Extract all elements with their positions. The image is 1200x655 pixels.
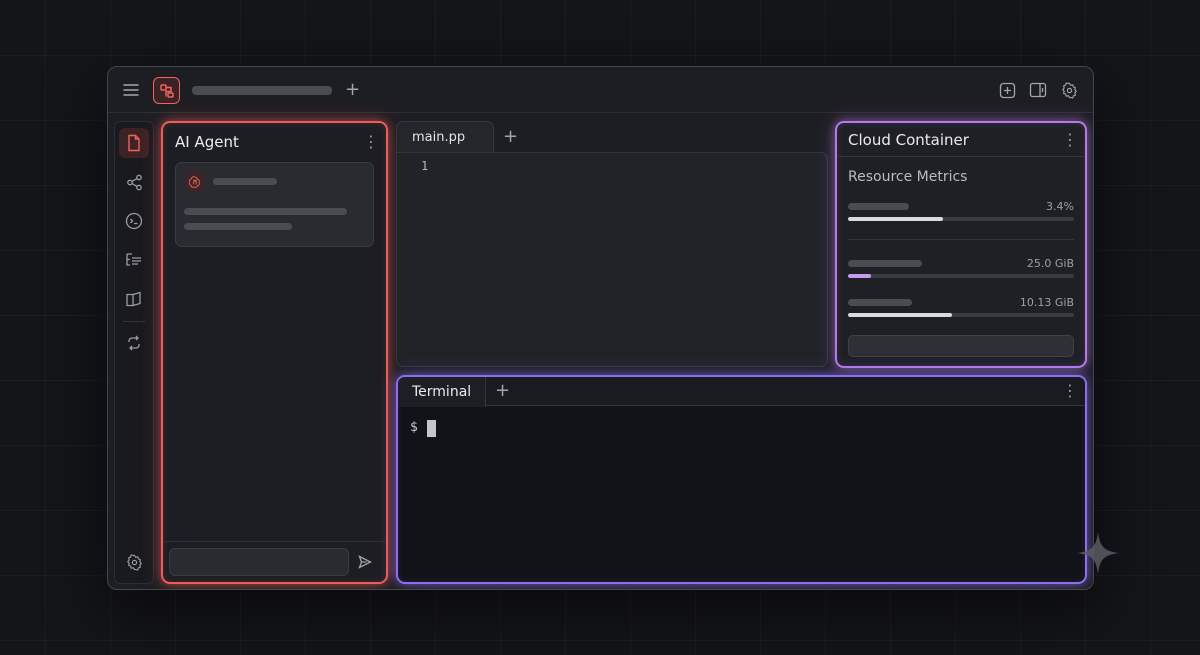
message-line-placeholder bbox=[184, 208, 347, 215]
add-square-icon[interactable] bbox=[997, 80, 1017, 100]
panel-title: Cloud Container bbox=[848, 131, 969, 149]
metric-bar bbox=[848, 274, 1074, 278]
book-icon[interactable] bbox=[119, 284, 149, 314]
agent-message-input[interactable] bbox=[169, 548, 349, 576]
new-terminal-plus-icon[interactable]: + bbox=[495, 382, 510, 400]
metric-label-placeholder bbox=[848, 260, 922, 267]
kebab-menu-icon[interactable]: ⋮ bbox=[1062, 383, 1078, 399]
tab-label: Terminal bbox=[412, 384, 472, 400]
terminal-header: Terminal + ⋮ bbox=[398, 377, 1085, 407]
cloud-container-panel: Cloud Container ⋮ Resource Metrics 3.4% … bbox=[835, 121, 1087, 368]
hamburger-icon[interactable] bbox=[122, 81, 140, 99]
metric-value: 3.4% bbox=[1046, 200, 1074, 213]
line-number: 1 bbox=[421, 159, 429, 173]
agent-input-bar bbox=[163, 541, 386, 582]
metric-value: 10.13 GiB bbox=[1019, 296, 1074, 309]
ai-agent-panel: AI Agent ⋮ bbox=[161, 121, 388, 584]
settings-gear-icon[interactable] bbox=[119, 547, 149, 577]
metric-bar bbox=[848, 217, 1074, 221]
metric-bar-fill bbox=[848, 217, 943, 221]
terminal-prompt: $ bbox=[410, 420, 418, 435]
tab-main-pp[interactable]: main.pp bbox=[396, 121, 494, 153]
message-sender-placeholder bbox=[213, 178, 277, 185]
new-tab-plus-icon[interactable]: + bbox=[345, 81, 360, 99]
metric-bar bbox=[848, 313, 1074, 317]
sparkle-icon bbox=[1077, 532, 1119, 574]
openai-icon bbox=[185, 172, 205, 192]
cloud-action-button[interactable] bbox=[848, 335, 1074, 357]
app-logo-icon[interactable] bbox=[153, 77, 180, 104]
chat-message-card bbox=[175, 162, 374, 247]
editor-body[interactable]: 1 bbox=[396, 152, 828, 367]
kebab-menu-icon[interactable]: ⋮ bbox=[363, 134, 379, 150]
metric-bar-fill bbox=[848, 313, 952, 317]
tab-title-placeholder[interactable] bbox=[192, 86, 332, 95]
tab-terminal[interactable]: Terminal bbox=[398, 377, 486, 407]
metric-label-placeholder bbox=[848, 299, 912, 306]
terminal-icon[interactable] bbox=[119, 206, 149, 236]
sync-arrows-icon[interactable] bbox=[119, 328, 149, 358]
terminal-cursor[interactable] bbox=[427, 420, 436, 437]
split-view-icon[interactable] bbox=[1028, 80, 1048, 100]
icon-sidebar bbox=[114, 121, 154, 584]
divider bbox=[848, 239, 1074, 240]
settings-gear-icon[interactable] bbox=[1059, 80, 1079, 100]
section-title: Resource Metrics bbox=[848, 169, 968, 185]
code-editor: main.pp + 1 bbox=[396, 121, 828, 367]
file-icon[interactable] bbox=[119, 128, 149, 158]
panel-title: AI Agent bbox=[175, 133, 239, 151]
sidebar-divider bbox=[123, 321, 145, 322]
metric-label-placeholder bbox=[848, 203, 909, 210]
metric-value: 25.0 GiB bbox=[1026, 257, 1074, 270]
title-bar: + bbox=[108, 67, 1093, 113]
terminal-panel: Terminal + ⋮ $ bbox=[396, 375, 1087, 584]
panel-header: Cloud Container ⋮ bbox=[837, 123, 1085, 157]
tab-label: main.pp bbox=[412, 130, 466, 145]
app-window: + AI Agent ⋮ main.pp + 1 Cloud Container… bbox=[107, 66, 1094, 590]
tree-icon[interactable] bbox=[119, 245, 149, 275]
message-line-placeholder bbox=[184, 223, 292, 230]
metric-bar-fill bbox=[848, 274, 871, 278]
send-icon[interactable] bbox=[357, 554, 373, 570]
new-file-plus-icon[interactable]: + bbox=[503, 128, 518, 146]
kebab-menu-icon[interactable]: ⋮ bbox=[1062, 132, 1078, 148]
share-icon[interactable] bbox=[119, 167, 149, 197]
